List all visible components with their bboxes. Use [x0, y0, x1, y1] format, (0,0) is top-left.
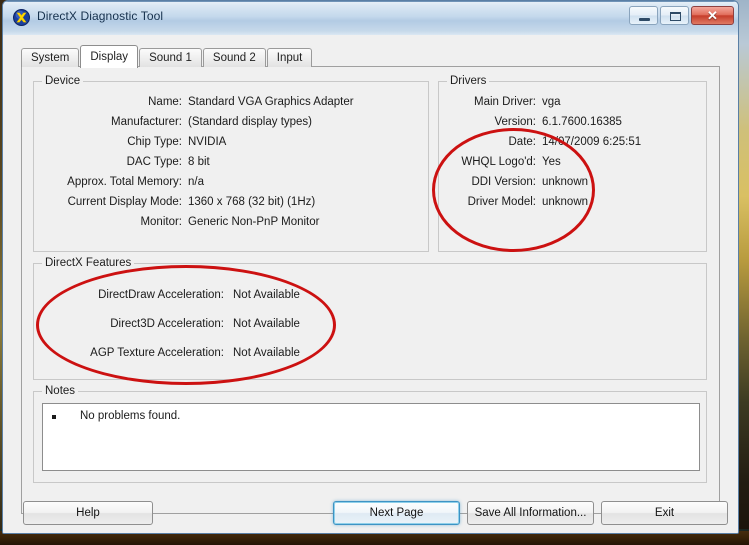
info-value: 1360 x 768 (32 bit) (1Hz): [188, 196, 316, 208]
info-value: (Standard display types): [188, 116, 313, 128]
window-controls: ✕: [629, 6, 734, 25]
help-button[interactable]: Help: [23, 501, 153, 525]
tab-label: Display: [90, 51, 129, 63]
info-row: Manufacturer: (Standard display types): [34, 116, 428, 130]
info-row: Approx. Total Memory: n/a: [34, 176, 428, 190]
device-group: Device Name: Standard VGA Graphics Adapte…: [33, 75, 429, 252]
title-bar-top-line: [3, 1, 738, 2]
save-all-information-button[interactable]: Save All Information...: [467, 501, 594, 525]
tab-label: Input: [276, 52, 303, 64]
window-title: DirectX Diagnostic Tool: [37, 9, 164, 23]
info-label: Manufacturer:: [111, 116, 182, 128]
directx-logo-icon: [13, 9, 30, 26]
info-label: DDI Version:: [471, 176, 536, 188]
info-row: Chip Type: NVIDIA: [34, 136, 428, 150]
minimize-button[interactable]: [629, 6, 658, 25]
info-row: WHQL Logo'd: Yes: [439, 156, 706, 170]
close-icon: ✕: [707, 8, 718, 23]
info-label: Name:: [148, 96, 182, 108]
info-label: Approx. Total Memory:: [67, 176, 182, 188]
info-row: Version: 6.1.7600.16385: [439, 116, 706, 130]
info-value: unknown: [542, 196, 589, 208]
info-value: vga: [542, 96, 561, 108]
info-label: Current Display Mode:: [67, 196, 182, 208]
tab-sound1[interactable]: Sound 1: [139, 48, 202, 67]
tab-input[interactable]: Input: [266, 48, 313, 67]
display-tab-panel: Device Name: Standard VGA Graphics Adapte…: [21, 66, 720, 514]
info-value: Not Available: [233, 318, 300, 330]
tab-sound2[interactable]: Sound 2: [202, 48, 266, 67]
info-value: Not Available: [233, 347, 300, 359]
device-group-legend: Device: [42, 75, 84, 87]
info-label: DirectDraw Acceleration:: [98, 289, 224, 301]
tab-label: System: [31, 52, 70, 64]
exit-button[interactable]: Exit: [601, 501, 728, 525]
info-label: Direct3D Acceleration:: [110, 318, 224, 330]
info-label: Version:: [494, 116, 536, 128]
info-value: 6.1.7600.16385: [542, 116, 622, 128]
info-value: Standard VGA Graphics Adapter: [188, 96, 354, 108]
tab-strip: System Display Sound 1 Sound 2 Input: [21, 44, 313, 68]
drivers-group: Drivers Main Driver: vga Version: 6.1.7600.…: [438, 75, 707, 252]
info-label: Driver Model:: [467, 196, 536, 208]
info-row: AGP Texture Acceleration: Not Available: [34, 347, 706, 361]
info-label: DAC Type:: [126, 156, 182, 168]
tab-label: Sound 2: [212, 52, 256, 64]
notes-textbox[interactable]: No problems found.: [42, 403, 700, 471]
info-row: DirectDraw Acceleration: Not Available: [34, 289, 706, 303]
tab-label: Sound 1: [149, 52, 192, 64]
notes-group: Notes No problems found.: [33, 385, 707, 483]
info-row: DAC Type: 8 bit: [34, 156, 428, 170]
maximize-icon: [670, 12, 681, 21]
notes-item: No problems found.: [80, 410, 181, 422]
info-row: Monitor: Generic Non-PnP Monitor: [34, 216, 428, 230]
info-row: Driver Model: unknown: [439, 196, 706, 210]
notes-group-legend: Notes: [42, 385, 79, 397]
info-label: Monitor:: [140, 216, 182, 228]
info-value: n/a: [188, 176, 204, 188]
title-bar[interactable]: DirectX Diagnostic Tool ✕: [3, 1, 738, 36]
info-row: Direct3D Acceleration: Not Available: [34, 318, 706, 332]
info-label: Chip Type:: [127, 136, 182, 148]
info-row: Current Display Mode: 1360 x 768 (32 bit)…: [34, 196, 428, 210]
info-row: DDI Version: unknown: [439, 176, 706, 190]
info-label: AGP Texture Acceleration:: [90, 347, 224, 359]
features-group-legend: DirectX Features: [42, 257, 135, 269]
info-value: unknown: [542, 176, 589, 188]
window-client-area: System Display Sound 1 Sound 2 Input Device …: [3, 35, 738, 533]
info-label: Main Driver:: [474, 96, 536, 108]
info-value: 14/07/2009 6:25:51: [542, 136, 642, 148]
info-value: Yes: [542, 156, 561, 168]
minimize-icon: [639, 18, 650, 21]
info-label: WHQL Logo'd:: [461, 156, 536, 168]
bullet-icon: [52, 415, 56, 419]
maximize-button[interactable]: [660, 6, 689, 25]
info-value: Not Available: [233, 289, 300, 301]
tab-display[interactable]: Display: [80, 45, 139, 68]
info-value: Generic Non-PnP Monitor: [188, 216, 320, 228]
tab-system[interactable]: System: [21, 48, 80, 67]
info-row: Name: Standard VGA Graphics Adapter: [34, 96, 428, 110]
directx-features-group: DirectX Features DirectDraw Acceleration…: [33, 257, 707, 380]
next-page-button[interactable]: Next Page: [333, 501, 460, 525]
info-label: Date:: [508, 136, 537, 148]
info-value: NVIDIA: [188, 136, 227, 148]
close-button[interactable]: ✕: [691, 6, 734, 25]
drivers-group-legend: Drivers: [447, 75, 490, 87]
info-row: Main Driver: vga: [439, 96, 706, 110]
directx-diagnostic-window: DirectX Diagnostic Tool ✕ System Display S…: [2, 0, 739, 534]
info-row: Date: 14/07/2009 6:25:51: [439, 136, 706, 150]
info-value: 8 bit: [188, 156, 210, 168]
